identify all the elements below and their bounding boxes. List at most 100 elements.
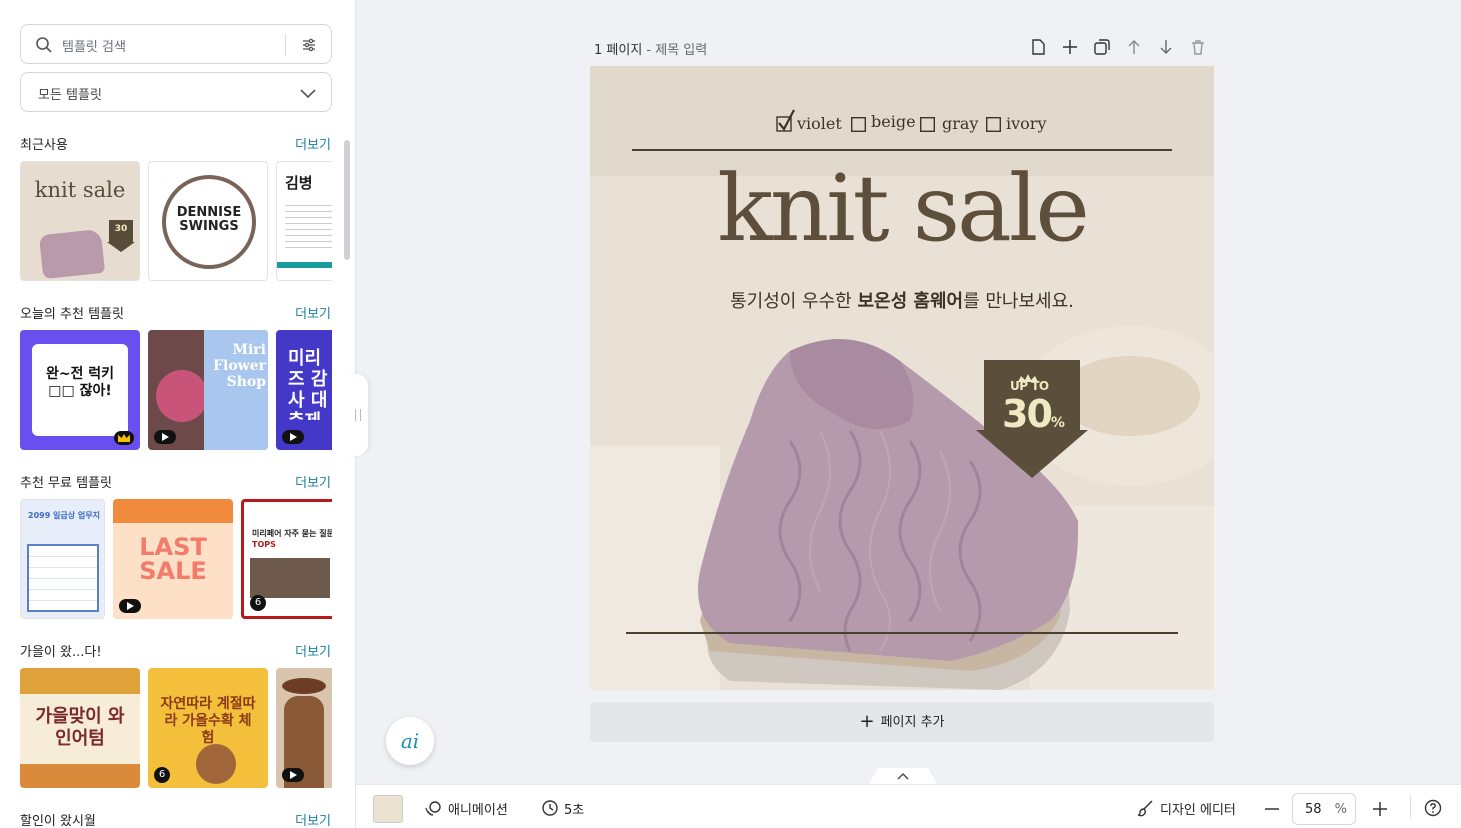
page-number: 1 페이지 — [594, 43, 643, 58]
video-play-icon — [119, 599, 141, 613]
option-beige: beige — [871, 112, 916, 131]
plus-icon: + — [859, 711, 875, 732]
template-thumb-wine[interactable]: 가을맞이 와인어텀 — [20, 668, 140, 788]
badge-percent: % — [1050, 415, 1065, 431]
search-input[interactable]: 템플릿 검색 — [20, 24, 332, 64]
notes-icon[interactable] — [1029, 38, 1047, 56]
badge-up-to: UP TO — [1010, 379, 1049, 393]
template-thumb-harvest[interactable]: 자연따라 계절따라 가을수확 체험 6 — [148, 668, 268, 788]
animation-button[interactable]: 애니메이션 — [448, 799, 508, 818]
checkbox-checked-icon — [776, 109, 795, 132]
thumb-last-sale-text: LAST SALE — [139, 533, 207, 585]
template-thumb-last-sale[interactable]: LAST SALE — [113, 499, 233, 619]
clock-icon — [542, 800, 558, 816]
template-sidebar: 템플릿 검색 모든 템플릿 최근사용 더보기 knit sale 30 DENN… — [0, 0, 356, 828]
template-thumb-kim[interactable]: 김병 — [276, 161, 332, 281]
video-play-icon — [282, 768, 304, 782]
thumb-plan-title: 2099 일급상 업무지 — [28, 511, 100, 520]
ai-label: ai — [400, 729, 420, 753]
thumb-wine-leaves — [20, 668, 140, 694]
section-title-today: 오늘의 추천 템플릿 — [20, 307, 124, 322]
section-title-free: 추천 무료 템플릿 — [20, 476, 112, 491]
thumb-knit-badge-arrow — [107, 242, 135, 252]
page-count-badge: 6 — [154, 767, 170, 783]
sidebar-scrollbar[interactable] — [344, 140, 350, 260]
page-count-badge: 6 — [250, 595, 266, 611]
template-thumb-faq[interactable]: 미리페어 자주 묻는 질문 TOPS 6 — [241, 499, 332, 619]
chevron-down-icon — [300, 89, 316, 99]
thumb-knit-title: knit sale — [34, 178, 126, 202]
background-color-swatch[interactable] — [373, 795, 403, 823]
zoom-input[interactable]: 58 % — [1292, 793, 1356, 825]
thumb-faq-sub: TOPS — [252, 540, 276, 549]
move-down-icon[interactable] — [1157, 38, 1175, 56]
template-thumb-knit-sale[interactable]: knit sale 30 — [20, 161, 140, 281]
video-play-icon — [154, 430, 176, 444]
search-icon — [36, 37, 52, 53]
design-editor-button[interactable]: 디자인 에디터 — [1160, 799, 1236, 818]
template-thumb-lucky[interactable]: 완~전 럭키□□ 잖아! — [20, 330, 140, 450]
checkbox-icon — [986, 117, 1001, 132]
chevron-up-icon — [897, 773, 909, 780]
section-title-discount: 할인이 왔시월 — [20, 814, 96, 828]
toolbar-divider — [1410, 795, 1411, 819]
zoom-unit: % — [1334, 802, 1347, 817]
animation-icon — [425, 801, 441, 816]
thumb-last-sale-top — [113, 499, 233, 523]
premium-crown-icon — [114, 431, 134, 445]
template-thumb-plan[interactable]: 2099 일급상 업무지 — [20, 499, 105, 619]
duplicate-page-icon[interactable] — [1093, 38, 1111, 56]
add-page-icon[interactable] — [1061, 38, 1079, 56]
thumb-thanks-text: 미리즈 감사 대축제 — [288, 348, 328, 420]
option-gray: gray — [942, 114, 979, 133]
thumb-lucky-text: 완~전 럭키□□ 잖아! — [45, 366, 115, 399]
select-value: 모든 템플릿 — [38, 88, 102, 103]
more-link-recent[interactable]: 더보기 — [295, 134, 331, 153]
thumb-flower-petals — [156, 370, 208, 422]
trash-icon[interactable] — [1189, 38, 1207, 56]
zoom-in-icon[interactable] — [1371, 800, 1389, 818]
more-link-autumn[interactable]: 더보기 — [295, 641, 331, 660]
brush-icon — [1137, 800, 1153, 817]
duration-button[interactable]: 5초 — [564, 799, 584, 818]
template-thumb-flower[interactable]: Miri Flower Shop — [148, 330, 268, 450]
search-placeholder: 템플릿 검색 — [62, 40, 126, 55]
template-category-select[interactable]: 모든 템플릿 — [20, 72, 332, 112]
move-up-icon[interactable] — [1125, 38, 1143, 56]
zoom-value: 58 — [1305, 802, 1322, 817]
subtitle-pre: 통기성이 우수한 — [730, 291, 858, 312]
template-thumb-dennise[interactable]: DENNISE SWINGS — [148, 161, 268, 281]
thumb-fashion-hat — [282, 678, 326, 694]
template-thumb-fashion[interactable] — [276, 668, 332, 788]
checkbox-icon — [920, 117, 935, 132]
add-page-button[interactable]: + 페이지 추가 — [590, 702, 1214, 742]
template-thumb-thanks[interactable]: 미리즈 감사 대축제 — [276, 330, 332, 450]
thumb-kim-lines — [285, 200, 332, 250]
more-link-today[interactable]: 더보기 — [295, 303, 331, 322]
page-title-input[interactable]: - 제목 입력 — [642, 43, 707, 58]
option-ivory: ivory — [1006, 114, 1047, 133]
badge-value: 30% — [1002, 392, 1065, 436]
thumb-knit-sweater — [38, 228, 106, 280]
zoom-out-icon[interactable] — [1263, 800, 1281, 818]
thumb-faq-title: 미리페어 자주 묻는 질문 — [252, 529, 332, 538]
thumb-flower-text: Miri Flower Shop — [213, 342, 266, 390]
thumb-harvest-bear — [196, 744, 236, 784]
option-violet: violet — [797, 114, 842, 133]
ai-assistant-button[interactable]: ai — [386, 717, 434, 765]
subtitle-post: 를 만나보세요. — [963, 291, 1074, 312]
design-page[interactable]: violet beige gray ivory knit sale 통기성이 우… — [590, 66, 1214, 690]
search-divider — [285, 34, 286, 56]
thumb-faq-photo — [250, 558, 330, 598]
more-link-discount[interactable]: 더보기 — [295, 810, 331, 828]
top-divider-line — [632, 149, 1172, 151]
sidebar-collapse-handle[interactable] — [346, 374, 368, 456]
filter-icon[interactable] — [301, 37, 317, 53]
thumb-dennise-text: DENNISE SWINGS — [176, 205, 242, 234]
section-title-recent: 최근사용 — [20, 138, 68, 153]
thumb-kim-footer — [277, 262, 332, 268]
design-title: knit sale — [717, 155, 1090, 262]
more-link-free[interactable]: 더보기 — [295, 472, 331, 491]
help-icon[interactable] — [1424, 799, 1442, 817]
section-title-autumn: 가을이 왔...다! — [20, 645, 102, 660]
